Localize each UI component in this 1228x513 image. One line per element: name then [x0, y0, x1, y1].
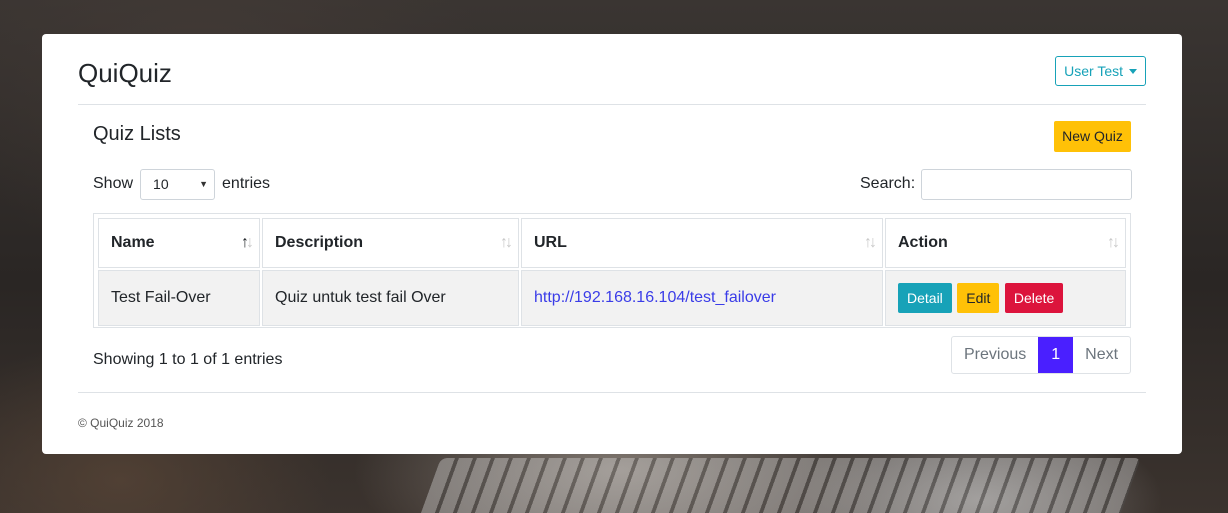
pagination-previous[interactable]: Previous: [952, 337, 1038, 373]
quiz-table-wrapper: Name ↑↓ Description ↑↓ URL ↑↓ Action ↑↓: [93, 213, 1131, 328]
select-arrow-icon: ▼: [199, 179, 209, 189]
header-divider: [78, 104, 1146, 105]
background-laptop-keyboard: [419, 458, 1141, 513]
sort-icon: ↑↓: [1107, 234, 1120, 251]
sort-icon: ↑↓: [500, 234, 513, 251]
footer-divider: [78, 392, 1146, 393]
column-header-description[interactable]: Description ↑↓: [262, 218, 519, 268]
length-suffix: entries: [222, 175, 271, 192]
search-control: Search:: [860, 168, 1133, 200]
cell-description: Quiz untuk test fail Over: [262, 270, 519, 326]
pagination-page-1[interactable]: 1: [1038, 337, 1074, 373]
table-info: Showing 1 to 1 of 1 entries: [93, 351, 283, 368]
detail-button[interactable]: Detail: [898, 283, 952, 313]
quiz-table: Name ↑↓ Description ↑↓ URL ↑↓ Action ↑↓: [96, 216, 1128, 328]
cell-name: Test Fail-Over: [98, 270, 260, 326]
search-label: Search:: [860, 175, 916, 192]
quiz-url-link[interactable]: http://192.168.16.104/test_failover: [534, 289, 776, 306]
table-header-row: Name ↑↓ Description ↑↓ URL ↑↓ Action ↑↓: [98, 218, 1126, 268]
column-header-action[interactable]: Action ↑↓: [885, 218, 1126, 268]
column-header-name[interactable]: Name ↑↓: [98, 218, 260, 268]
pagination: Previous 1 Next: [951, 336, 1132, 374]
column-header-url[interactable]: URL ↑↓: [521, 218, 883, 268]
cell-url: http://192.168.16.104/test_failover: [521, 270, 883, 326]
section-title: Quiz Lists: [93, 123, 181, 145]
length-control: Show 10 ▼ entries: [93, 168, 270, 200]
sort-icon: ↑↓: [864, 234, 877, 251]
footer-copyright: © QuiQuiz 2018: [78, 416, 164, 430]
entries-select[interactable]: 10 ▼: [140, 168, 216, 200]
main-card: QuiQuiz User Test Quiz Lists New Quiz Sh…: [42, 34, 1182, 454]
delete-button[interactable]: Delete: [1004, 283, 1064, 313]
new-quiz-button[interactable]: New Quiz: [1054, 121, 1131, 152]
user-menu-label: User Test: [1064, 63, 1123, 79]
sort-asc-icon: ↑↓: [241, 234, 254, 251]
edit-button[interactable]: Edit: [957, 283, 1000, 313]
search-input[interactable]: [921, 168, 1133, 200]
length-prefix: Show: [93, 175, 134, 192]
caret-down-icon: [1129, 68, 1137, 74]
brand-title: QuiQuiz: [78, 58, 172, 88]
pagination-next[interactable]: Next: [1073, 337, 1130, 373]
table-row: Test Fail-Over Quiz untuk test fail Over…: [98, 270, 1126, 326]
cell-actions: Detail Edit Delete: [885, 270, 1126, 326]
user-menu-button[interactable]: User Test: [1055, 56, 1146, 86]
entries-select-value: 10: [153, 176, 169, 192]
